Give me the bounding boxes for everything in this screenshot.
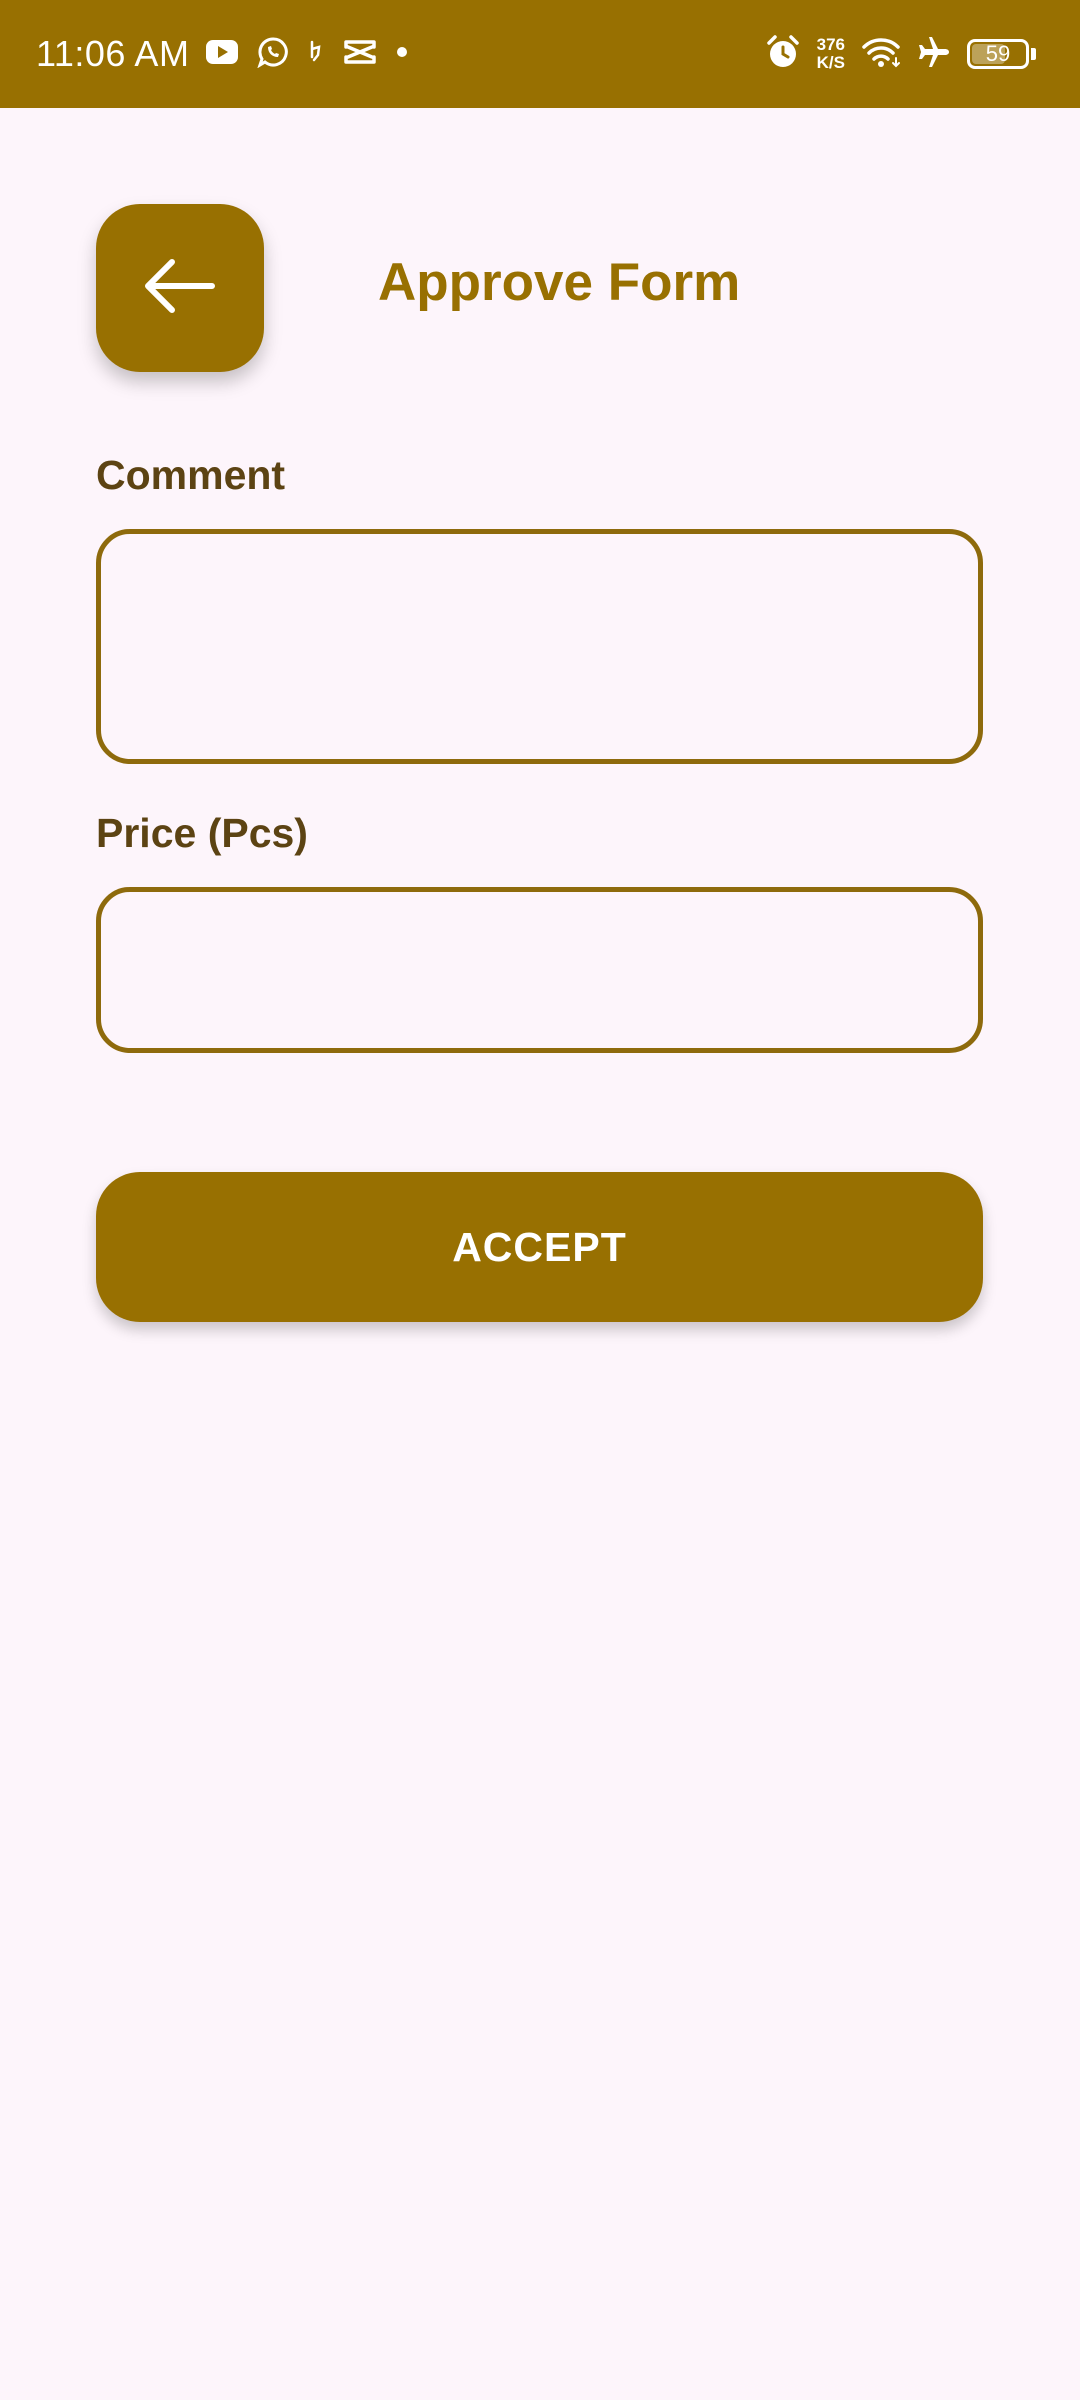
network-speed-value: 376: [816, 35, 845, 54]
status-time: 11:06 AM: [36, 33, 190, 74]
status-notification-icons: [205, 32, 409, 76]
airplane-mode-icon: [917, 35, 951, 74]
battery-icon: 59: [967, 39, 1036, 69]
battery-level: 59: [985, 41, 1011, 66]
battery-tip: [1031, 48, 1036, 60]
whatsapp-icon: [257, 36, 289, 73]
page-title: Approve Form: [378, 253, 741, 312]
arrow-left-icon: [142, 256, 218, 321]
more-dot-icon: [395, 45, 409, 64]
alarm-icon: [765, 34, 801, 75]
accept-button[interactable]: ACCEPT: [96, 1172, 983, 1322]
price-label: Price (Pcs): [96, 810, 308, 856]
price-field[interactable]: [96, 887, 983, 1053]
youtube-icon: [205, 39, 239, 70]
battery-body: 59: [967, 39, 1029, 69]
notification-icon: [307, 39, 325, 70]
back-button[interactable]: [96, 204, 264, 372]
status-system-icons: 376 K/S 59: [765, 28, 1036, 80]
comment-label: Comment: [96, 452, 286, 498]
network-speed-unit: K/S: [816, 53, 845, 72]
capcut-icon: [343, 38, 377, 71]
wifi-icon: [861, 36, 901, 73]
network-speed: 376 K/S: [817, 36, 845, 72]
comment-field[interactable]: [96, 529, 983, 764]
status-bar: 11:06 AM 376 K/S 59: [0, 0, 1080, 108]
